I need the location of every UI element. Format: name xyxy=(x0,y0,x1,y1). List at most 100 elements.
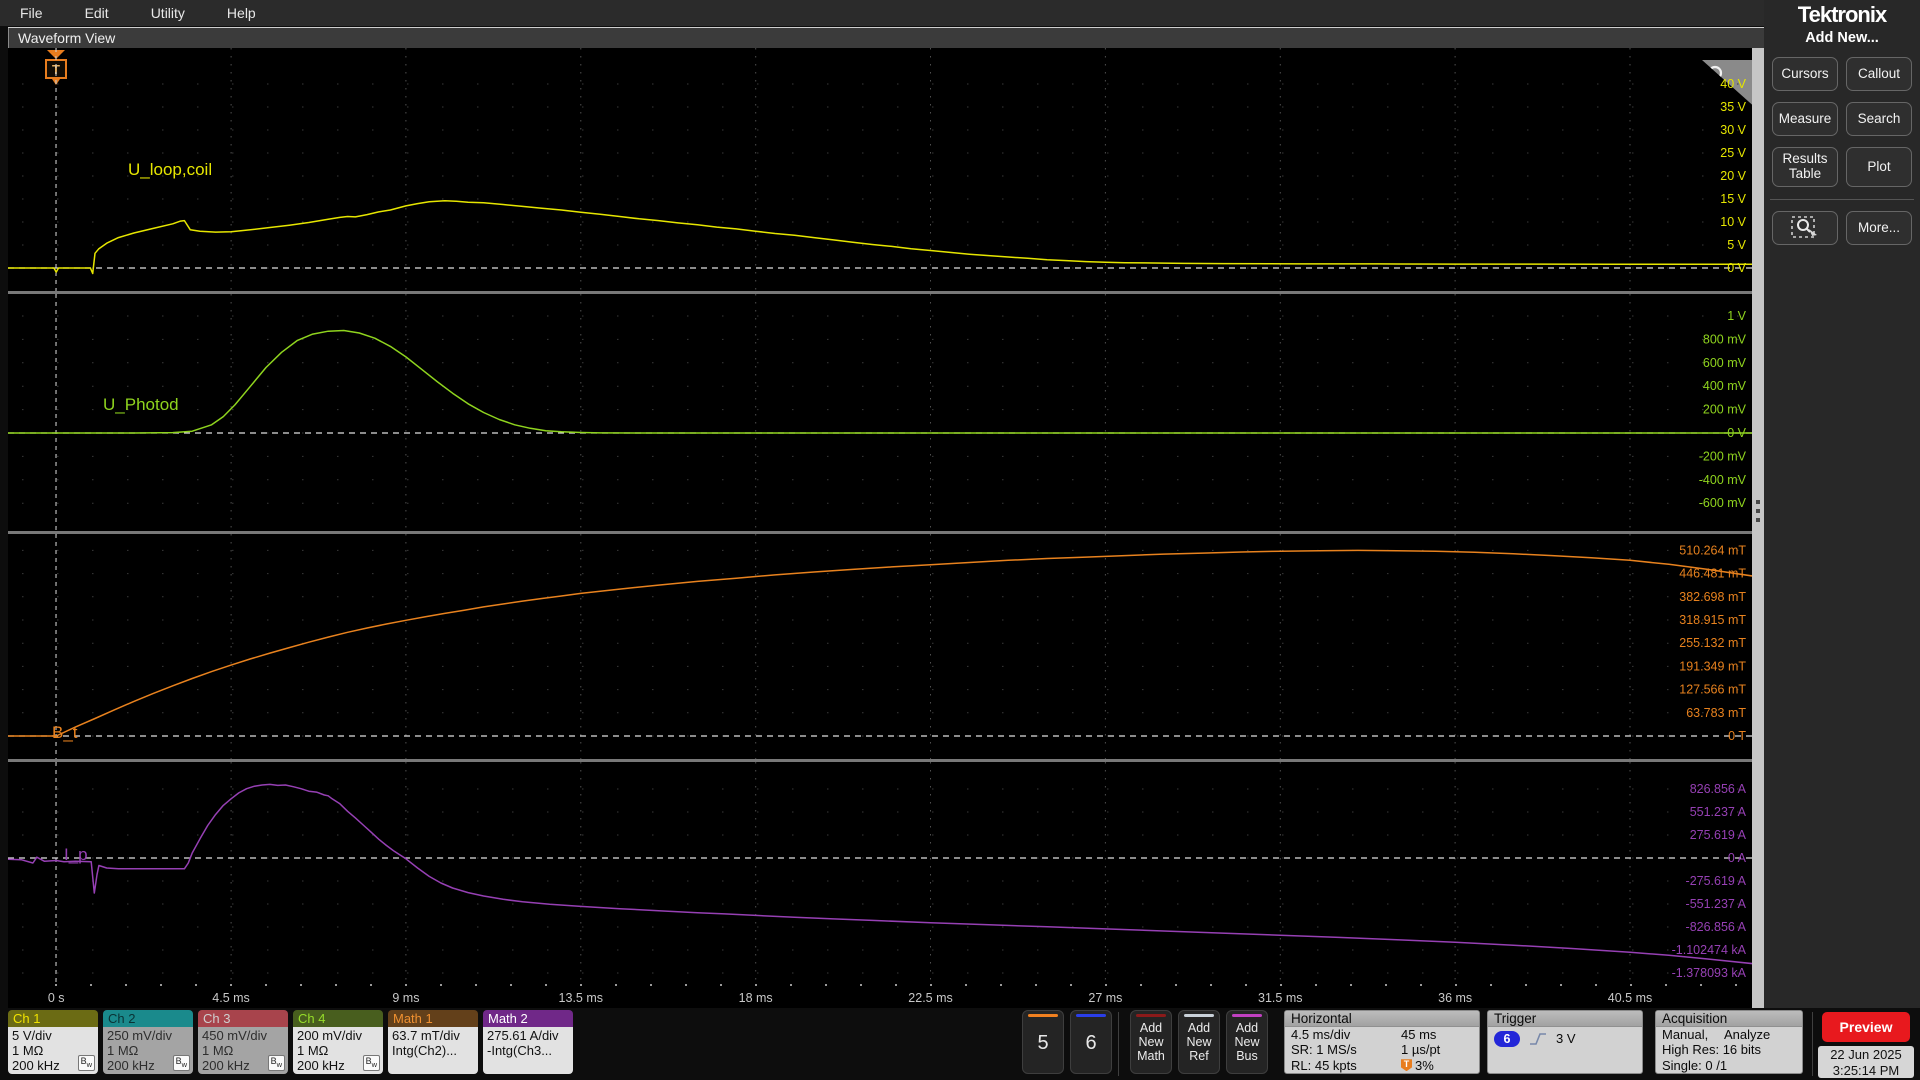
channel-detail-row: Intg(Ch2)... xyxy=(392,1043,458,1058)
channel-settings-ch4[interactable]: Ch 4 200 mV/div 1 MΩ 200 kHz Bw xyxy=(293,1010,383,1074)
y-tick-label: -826.856 A xyxy=(1686,920,1747,934)
y-tick-label: 191.349 mT xyxy=(1679,659,1746,673)
horizontal-panel[interactable]: Horizontal 4.5 ms/div 45 ms SR: 1 MS/s 1 µs… xyxy=(1284,1010,1480,1074)
time-label: 3:25:14 PM xyxy=(1832,1062,1900,1078)
cursors-button[interactable]: Cursors xyxy=(1772,57,1838,91)
x-tick-label: 13.5 ms xyxy=(558,991,604,1005)
horizontal-value: T 3% xyxy=(1401,1058,1473,1073)
trace-ch4-u-photod[interactable] xyxy=(8,329,1752,434)
y-tick-label: 0 V xyxy=(1727,261,1746,275)
channel-settings-math1[interactable]: Math 1 63.7 mT/div Intg(Ch2)... xyxy=(388,1010,478,1074)
trigger-level: 3 V xyxy=(1556,1031,1576,1047)
bandwidth-limit-icon: Bw xyxy=(77,1055,95,1071)
right-panel: Tektronix Add New... Cursors Callout Measu… xyxy=(1764,0,1920,1008)
y-tick-label: 0 T xyxy=(1728,729,1746,743)
bottom-bar: Ch 15 V/div 1 MΩ 200 kHz Bw Ch 2 250 mV/div 1 … xyxy=(0,1008,1920,1080)
menu-edit[interactable]: Edit xyxy=(85,5,109,21)
add-button-label: Add New Math xyxy=(1137,1021,1165,1063)
channel-6-button[interactable]: 6 xyxy=(1070,1010,1112,1074)
plot-button[interactable]: Plot xyxy=(1846,147,1912,187)
panel-splitter[interactable] xyxy=(1752,48,1764,1008)
y-tick-label: 10 V xyxy=(1720,215,1746,229)
y-tick-label: 200 mV xyxy=(1703,403,1747,417)
trace-label-math1-b-t: B_t xyxy=(52,723,78,742)
channel-name: Ch 2 xyxy=(103,1010,193,1027)
y-tick-label: 40 V xyxy=(1720,77,1746,91)
channel-name: Math 1 xyxy=(388,1010,478,1027)
channel-name: Ch 4 xyxy=(293,1010,383,1027)
acquisition-value: Analyze xyxy=(1724,1027,1771,1042)
time-axis-ticks xyxy=(55,984,1752,986)
channel-settings-ch3[interactable]: Ch 3 450 mV/div 1 MΩ 200 kHz Bw xyxy=(198,1010,288,1074)
y-tick-label: -275.619 A xyxy=(1686,874,1747,888)
rising-edge-icon xyxy=(1530,1033,1546,1045)
channel-detail-row: 250 mV/div xyxy=(107,1028,173,1043)
x-tick-label: 36 ms xyxy=(1438,991,1473,1005)
acquisition-value: High Res: 16 bits xyxy=(1662,1042,1761,1058)
menu-help[interactable]: Help xyxy=(227,5,256,21)
y-tick-label: -400 mV xyxy=(1699,473,1747,487)
results-table-button[interactable]: Results Table xyxy=(1772,147,1838,187)
trace-label-math2-i-p: I_p xyxy=(64,845,88,864)
trigger-position-icon: T xyxy=(1401,1059,1412,1072)
acquisition-panel[interactable]: Acquisition Manual, Analyze High Res: 16 b… xyxy=(1655,1010,1803,1074)
y-tick-label: 30 V xyxy=(1720,123,1746,137)
horizontal-panel-title: Horizontal xyxy=(1285,1011,1479,1027)
y-tick-label: 826.856 A xyxy=(1690,782,1747,796)
y-tick-label: -1.102474 kA xyxy=(1672,943,1747,957)
trigger-panel-title: Trigger xyxy=(1488,1011,1642,1027)
divider xyxy=(1118,1012,1119,1076)
acquisition-panel-title: Acquisition xyxy=(1656,1011,1802,1027)
horizontal-value: 4.5 ms/div xyxy=(1291,1027,1351,1042)
channel-detail-row: 63.7 mT/div xyxy=(392,1028,460,1043)
callout-button[interactable]: Callout xyxy=(1846,57,1912,91)
x-tick-label: 22.5 ms xyxy=(908,991,953,1005)
slice-separator xyxy=(8,759,1752,762)
divider xyxy=(1812,1012,1813,1076)
splitter-grip-icon xyxy=(1756,500,1760,526)
channel-detail-row: 200 mV/div xyxy=(297,1028,363,1043)
panel-divider xyxy=(1770,199,1914,200)
waveform-slice-ch1-u-loop-coil[interactable]: 40 V 35 V 30 V 25 V 20 V 15 V 10 V 5 V 0 V xyxy=(8,48,1752,291)
trace-ch1-u-loop-coil[interactable] xyxy=(8,200,1752,275)
channel-settings-ch2[interactable]: Ch 2 250 mV/div 1 MΩ 200 kHz Bw xyxy=(103,1010,193,1074)
x-tick-label: 27 ms xyxy=(1088,991,1123,1005)
channel-settings-math2[interactable]: Math 2 275.61 A/div -Intg(Ch3... xyxy=(483,1010,573,1074)
preview-button[interactable]: Preview xyxy=(1822,1012,1910,1042)
marquee-zoom-button[interactable] xyxy=(1772,211,1838,245)
waveform-slice-math1-b-t[interactable]: 510.264 mT 446.481 mT 382.698 mT 318.915 mT… xyxy=(8,534,1752,759)
y-tick-label: 800 mV xyxy=(1703,332,1747,346)
add-new-ref-button[interactable]: Add New Ref xyxy=(1178,1010,1220,1074)
menu-file[interactable]: File xyxy=(20,5,43,21)
channel-settings-ch1[interactable]: Ch 15 V/div 1 MΩ 200 kHz Bw xyxy=(8,1010,98,1074)
x-tick-label: 0 s xyxy=(47,991,65,1005)
y-tick-label: 446.481 mT xyxy=(1679,567,1746,581)
date-label: 22 Jun 2025 xyxy=(1830,1047,1902,1062)
acquisition-value: Manual, xyxy=(1662,1027,1709,1042)
more-button[interactable]: More... xyxy=(1846,211,1912,245)
channel-detail-row: 5 V/div xyxy=(12,1028,52,1043)
trigger-source-badge: 6 xyxy=(1494,1031,1520,1047)
channel-detail-row: -Intg(Ch3... xyxy=(487,1043,553,1058)
x-tick-label: 4.5 ms xyxy=(212,991,250,1005)
trace-math1-b-t[interactable] xyxy=(8,549,1752,737)
add-new-math-button[interactable]: Add New Math xyxy=(1130,1010,1172,1074)
waveform-slice-math2-i-p[interactable]: 826.856 A 551.237 A 275.619 A 0 A -275.619 A… xyxy=(8,762,1752,984)
trigger-panel[interactable]: Trigger 6 3 V xyxy=(1487,1010,1643,1074)
search-button[interactable]: Search xyxy=(1846,102,1912,136)
channel-details: 63.7 mT/div Intg(Ch2)... xyxy=(388,1027,478,1074)
measure-button[interactable]: Measure xyxy=(1772,102,1838,136)
tab-waveform-view[interactable]: Waveform View xyxy=(18,30,115,46)
horizontal-value: 1 µs/pt xyxy=(1401,1042,1441,1058)
menu-utility[interactable]: Utility xyxy=(151,5,185,21)
channel-5-button[interactable]: 5 xyxy=(1022,1010,1064,1074)
waveform-slice-ch4-u-photod[interactable]: 1 V 800 mV 600 mV 400 mV 200 mV 0 V -200 mV -40… xyxy=(8,294,1752,531)
channel-number: 6 xyxy=(1085,1032,1097,1054)
channel-name: Math 2 xyxy=(483,1010,573,1027)
waveform-display[interactable]: T 40 V 35 V 30 V 25 V 20 V 15 V 10 V5 V0 V1 V8… xyxy=(8,48,1752,1008)
channel-name: Ch 3 xyxy=(198,1010,288,1027)
add-new-bus-button[interactable]: Add New Bus xyxy=(1226,1010,1268,1074)
y-tick-label: 20 V xyxy=(1720,169,1746,183)
trace-math2-i-p[interactable] xyxy=(8,783,1752,965)
channel-detail-row: 275.61 A/div xyxy=(487,1028,559,1043)
